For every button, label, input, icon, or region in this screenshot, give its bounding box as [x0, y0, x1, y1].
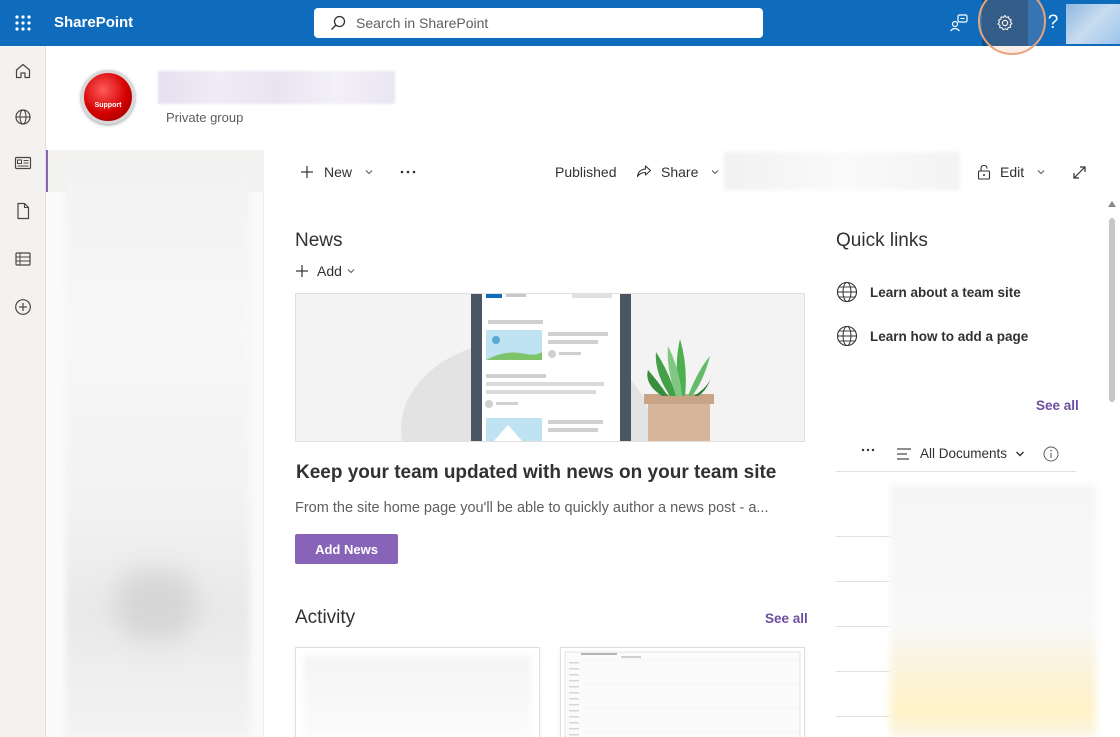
nav-items-redacted: [66, 160, 250, 737]
site-privacy-label: Private group: [166, 110, 244, 125]
quick-links-title: Quick links: [836, 230, 928, 251]
activity-card-thumbnail: [561, 648, 804, 737]
news-card-description: From the site home page you'll be able t…: [295, 500, 769, 516]
activity-card[interactable]: [295, 647, 540, 737]
scroll-up-arrow[interactable]: [1108, 201, 1116, 207]
account-avatar[interactable]: [1066, 4, 1120, 44]
quick-link-label: Learn about a team site: [870, 284, 1021, 300]
gear-icon: [997, 14, 1013, 31]
news-icon: [14, 156, 32, 170]
feedback-button[interactable]: [936, 0, 982, 46]
activity-section-title: Activity: [295, 607, 356, 628]
quick-link-label: Learn how to add a page: [870, 328, 1029, 344]
activity-card-redacted: [304, 656, 531, 737]
rail-create-button[interactable]: [0, 284, 46, 330]
add-news-button[interactable]: Add News: [295, 534, 398, 564]
new-button[interactable]: New: [300, 160, 374, 184]
site-logo[interactable]: Support: [81, 70, 135, 124]
globe-icon: [15, 109, 31, 125]
edit-button[interactable]: Edit: [977, 160, 1046, 184]
rail-files-button[interactable]: [0, 188, 46, 234]
add-news-label: Add: [317, 263, 342, 279]
chevron-down-icon: [365, 170, 373, 175]
scroll-thumb[interactable]: [1109, 218, 1115, 402]
published-status: Published: [555, 164, 617, 180]
site-logo-text: Support: [94, 102, 122, 109]
search-box[interactable]: [314, 8, 763, 38]
site-navigation: [46, 150, 264, 737]
app-rail: [0, 46, 46, 737]
info-icon: [1043, 446, 1059, 462]
expand-icon: [1073, 165, 1086, 179]
rail-sites-button[interactable]: [0, 94, 46, 140]
add-circle-icon: [15, 299, 31, 315]
suite-bar: SharePoint ?: [0, 0, 1120, 46]
view-list-icon: [897, 447, 911, 460]
tablet-plant-illustration: [296, 294, 804, 441]
document-row-divider: [836, 716, 890, 717]
rail-home-button[interactable]: [0, 48, 46, 94]
news-card-heading[interactable]: Keep your team updated with news on your…: [296, 462, 776, 484]
app-launcher-button[interactable]: [0, 0, 46, 46]
home-icon: [15, 63, 31, 79]
list-icon: [15, 252, 31, 266]
lock-open-icon: [977, 164, 991, 180]
share-button[interactable]: Share: [636, 160, 720, 184]
document-row-divider: [836, 581, 890, 582]
news-section-title: News: [295, 230, 343, 251]
new-button-label: New: [324, 164, 353, 180]
globe-icon: [836, 325, 858, 347]
share-icon: [636, 165, 652, 178]
rail-lists-button[interactable]: [0, 236, 46, 282]
documents-list-redacted: [890, 485, 1096, 737]
edit-button-label: Edit: [1000, 164, 1025, 180]
chevron-down-icon: [711, 170, 719, 175]
commandbar-redacted: [724, 152, 960, 190]
activity-see-all-link[interactable]: See all: [765, 611, 808, 626]
document-row-divider: [836, 626, 890, 627]
chevron-down-icon: [1016, 451, 1025, 456]
plus-icon: [301, 166, 313, 178]
chevron-down-icon: [1037, 170, 1045, 175]
quick-links-see-all-link[interactable]: See all: [1036, 398, 1079, 413]
quick-link-item[interactable]: Learn how to add a page: [836, 325, 1028, 347]
people-chat-icon: [950, 14, 968, 32]
more-icon: [861, 448, 875, 452]
activity-card[interactable]: [560, 647, 805, 737]
rail-news-button[interactable]: [0, 140, 46, 186]
quick-link-item[interactable]: Learn about a team site: [836, 281, 1021, 303]
settings-button[interactable]: [982, 0, 1028, 46]
page-scrollbar[interactable]: [1104, 198, 1120, 737]
documents-view-selector[interactable]: All Documents: [896, 446, 1025, 461]
documents-more-button[interactable]: [861, 448, 875, 452]
globe-icon: [836, 281, 858, 303]
site-title-redacted: [158, 71, 395, 104]
nav-redacted-blob: [116, 570, 196, 640]
documents-view-label: All Documents: [920, 446, 1008, 461]
app-brand-link[interactable]: SharePoint: [54, 14, 133, 31]
expand-button[interactable]: [1072, 160, 1087, 184]
document-row-divider: [836, 671, 890, 672]
more-icon: [400, 170, 416, 174]
more-options-button[interactable]: [400, 160, 416, 184]
waffle-icon: [15, 15, 31, 31]
document-icon: [17, 202, 30, 220]
chevron-down-icon: [347, 269, 355, 274]
plus-icon: [296, 265, 308, 277]
documents-info-button[interactable]: [1043, 446, 1059, 462]
documents-toolbar: All Documents: [836, 438, 1076, 472]
search-input[interactable]: [356, 15, 736, 31]
search-icon: [331, 15, 346, 30]
share-button-label: Share: [661, 164, 699, 180]
add-news-link[interactable]: Add: [295, 263, 356, 279]
document-row-divider: [836, 536, 890, 537]
news-illustration[interactable]: [295, 293, 805, 442]
